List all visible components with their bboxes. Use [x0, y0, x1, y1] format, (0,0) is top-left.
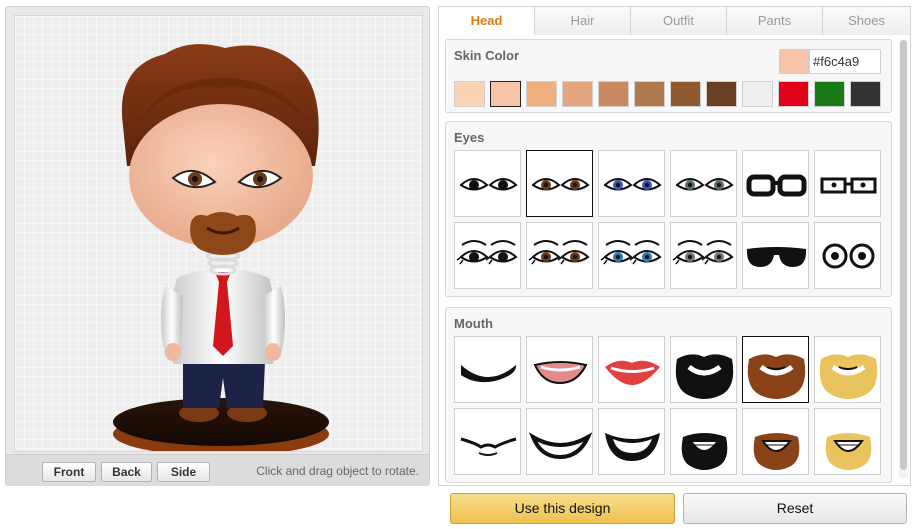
- mouth-option[interactable]: [598, 408, 665, 475]
- eyes-option[interactable]: [670, 150, 737, 217]
- avatar-preview-panel: Front Back Side Click and drag object to…: [5, 6, 430, 486]
- skin-swatch[interactable]: [706, 81, 737, 107]
- eyes-option[interactable]: [454, 222, 521, 289]
- eyes-grey-basic-icon: [675, 178, 734, 191]
- mouth-section: Mouth: [445, 307, 892, 483]
- mouth-option[interactable]: [814, 408, 881, 475]
- left-hand: [165, 343, 181, 361]
- back-view-button[interactable]: Back: [101, 462, 152, 482]
- mouth-red-lips-icon: [605, 360, 660, 385]
- skin-color-title: Skin Color: [454, 48, 520, 63]
- goatee-blonde-grin-icon: [825, 433, 872, 470]
- eyes-black-basic-icon: [459, 178, 518, 191]
- side-view-button[interactable]: Side: [157, 462, 210, 482]
- mouth-closed-smile-icon: [461, 365, 517, 383]
- reset-button[interactable]: Reset: [683, 493, 907, 524]
- eyes-option[interactable]: [526, 222, 593, 289]
- mouth-lips-teeth-icon: [533, 361, 588, 385]
- avatar-figure[interactable]: [15, 16, 423, 452]
- front-view-button[interactable]: Front: [42, 462, 96, 482]
- skin-swatch[interactable]: [742, 81, 773, 107]
- skin-swatch[interactable]: [598, 81, 629, 107]
- rotate-hint: Click and drag object to rotate.: [256, 464, 419, 478]
- skin-swatch[interactable]: [778, 81, 809, 107]
- skin-swatch[interactable]: [454, 81, 485, 107]
- mouth-option[interactable]: [526, 408, 593, 475]
- mouth-open-smile-icon: [528, 432, 593, 460]
- eyes-option[interactable]: [526, 150, 593, 217]
- eyes-section: Eyes: [445, 121, 892, 297]
- mouth-thin-smirk-icon: [460, 437, 517, 456]
- skin-color-preview: [779, 49, 809, 74]
- beard-brown-full-icon: [747, 354, 806, 399]
- mouth-option[interactable]: [454, 408, 521, 475]
- mouth-option[interactable]: [742, 336, 809, 403]
- tab-shoes[interactable]: Shoes: [822, 6, 911, 36]
- eyes-brown-lashes-icon: [528, 240, 590, 265]
- beard-blonde-full-icon: [819, 354, 878, 399]
- mouth-option[interactable]: [598, 336, 665, 403]
- editor-scrollbar[interactable]: [899, 39, 908, 479]
- mouth-title: Mouth: [454, 316, 493, 331]
- skin-color-section: Skin Color: [445, 39, 892, 113]
- eyes-blue-lashes-icon: [600, 240, 662, 265]
- mouth-option[interactable]: [526, 336, 593, 403]
- eyes-option[interactable]: [742, 222, 809, 289]
- scrollbar-thumb[interactable]: [900, 40, 907, 470]
- eyes-grey-lashes-icon: [672, 240, 734, 265]
- category-tabs: Head Hair Outfit Pants Shoes: [438, 6, 911, 36]
- mouth-option[interactable]: [454, 336, 521, 403]
- eyes-blue-basic-icon: [603, 178, 662, 191]
- eyes-option[interactable]: [598, 150, 665, 217]
- eyes-option[interactable]: [814, 222, 881, 289]
- head-editor-panel: Skin Color Eyes Mouth: [438, 35, 911, 486]
- skin-swatch[interactable]: [562, 81, 593, 107]
- tab-head[interactable]: Head: [438, 6, 535, 36]
- tab-pants[interactable]: Pants: [726, 6, 823, 36]
- eyes-option[interactable]: [670, 222, 737, 289]
- eyes-title: Eyes: [454, 130, 485, 145]
- sunglasses-icon: [746, 247, 807, 267]
- skin-swatch[interactable]: [814, 81, 845, 107]
- eyes-option[interactable]: [454, 150, 521, 217]
- glasses-thick-frame-icon: [746, 174, 807, 197]
- skin-swatch[interactable]: [634, 81, 665, 107]
- mouth-option[interactable]: [670, 336, 737, 403]
- eyes-option[interactable]: [598, 222, 665, 289]
- glasses-rectangular-icon: [820, 177, 877, 194]
- tab-outfit[interactable]: Outfit: [630, 6, 727, 36]
- mouth-option[interactable]: [670, 408, 737, 475]
- eyes-black-lashes-icon: [456, 240, 518, 265]
- preview-toolbar: Front Back Side Click and drag object to…: [6, 454, 429, 486]
- mouth-option[interactable]: [742, 408, 809, 475]
- use-this-design-button[interactable]: Use this design: [450, 493, 675, 524]
- mouth-option[interactable]: [814, 336, 881, 403]
- eyes-cartoon-round-icon: [822, 243, 875, 269]
- eyes-option[interactable]: [742, 150, 809, 217]
- skin-swatch[interactable]: [850, 81, 881, 107]
- skin-swatch[interactable]: [526, 81, 557, 107]
- avatar-3d-viewport[interactable]: [14, 15, 423, 452]
- right-hand: [265, 343, 281, 361]
- goatee-black-grin-icon: [681, 433, 728, 470]
- base-top: [113, 398, 329, 446]
- skin-swatch[interactable]: [670, 81, 701, 107]
- eyes-brown-basic-icon: [531, 178, 590, 191]
- skin-swatch[interactable]: [490, 81, 521, 107]
- goatee-brown-grin-icon: [753, 433, 800, 470]
- beard-black-full-icon: [675, 354, 734, 399]
- tab-hair[interactable]: Hair: [534, 6, 631, 36]
- skin-hex-input[interactable]: [809, 49, 881, 74]
- eyes-option[interactable]: [814, 150, 881, 217]
- mouth-toothy-grin-icon: [605, 433, 660, 461]
